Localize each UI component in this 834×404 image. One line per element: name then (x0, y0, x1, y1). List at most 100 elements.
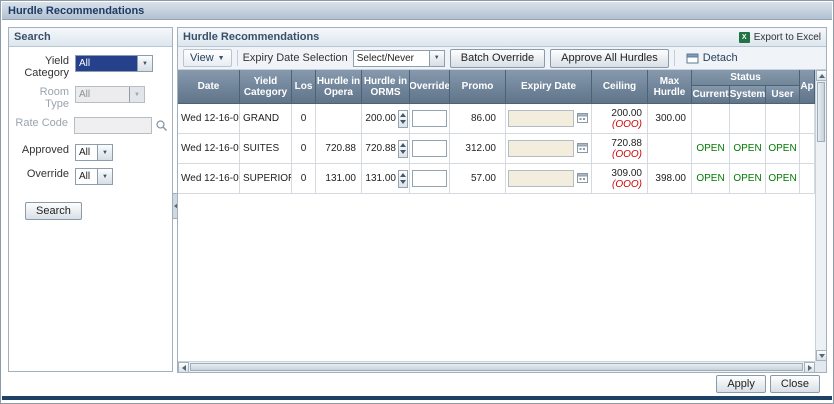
table-header-row: Date Yield Category Los Hurdle in Opera … (178, 70, 815, 104)
calendar-icon[interactable] (576, 111, 589, 127)
horizontal-scroll-thumb[interactable] (190, 363, 803, 371)
search-magnifier-icon[interactable] (155, 119, 168, 137)
cell-status-user: OPEN (766, 164, 800, 193)
col-header-ceiling[interactable]: Ceiling (592, 70, 648, 104)
table-row[interactable]: Wed 12-16-09 SUITES 0 720.88 720.88 312.… (178, 134, 815, 164)
number-spinner[interactable] (398, 139, 408, 158)
chevron-down-icon[interactable]: ▼ (97, 145, 112, 160)
col-header-date[interactable]: Date (178, 70, 240, 104)
col-header-approve-truncated[interactable]: Ap (800, 70, 815, 104)
cell-los: 0 (292, 164, 316, 193)
override-input[interactable] (412, 140, 447, 157)
cell-hurdle-opera: 131.00 (316, 164, 362, 193)
close-button[interactable]: Close (769, 375, 820, 393)
ceiling-ooo-note: (OOO) (612, 118, 642, 130)
calendar-icon[interactable] (576, 171, 589, 187)
rate-code-input[interactable] (74, 117, 152, 134)
col-header-yield-category[interactable]: Yield Category (240, 70, 292, 104)
override-dropdown[interactable]: All ▼ (75, 168, 113, 185)
cell-ceiling: 200.00 (OOO) (592, 104, 648, 133)
cell-hurdle-orms: 131.00 (362, 164, 410, 193)
expiry-selection-label: Expiry Date Selection (242, 52, 348, 64)
scroll-down-button[interactable] (816, 350, 827, 361)
spinner-up-icon[interactable] (400, 113, 406, 118)
spinner-down-icon[interactable] (400, 179, 406, 184)
col-group-status: Status Current System User (692, 70, 800, 104)
override-input[interactable] (412, 170, 447, 187)
col-header-status-system[interactable]: System (730, 86, 766, 104)
override-input[interactable] (412, 110, 447, 127)
cell-yield-category: SUPERIOR (240, 164, 292, 193)
rate-code-label: Rate Code (15, 117, 68, 129)
cell-hurdle-orms: 720.88 (362, 134, 410, 163)
view-menu-button[interactable]: View ▼ (183, 49, 232, 67)
table-row[interactable]: Wed 12-16-09 SUPERIOR 0 131.00 131.00 57… (178, 164, 815, 194)
scroll-right-button[interactable] (804, 362, 815, 373)
chevron-down-icon[interactable]: ▼ (428, 50, 444, 66)
spinner-up-icon[interactable] (400, 173, 406, 178)
toolbar-separator (673, 50, 675, 66)
col-header-override[interactable]: Override (410, 70, 450, 104)
chevron-down-icon: ▼ (217, 54, 225, 62)
apply-button[interactable]: Apply (716, 375, 766, 393)
cell-status-current: OPEN (692, 134, 730, 163)
scroll-left-button[interactable] (178, 362, 189, 373)
expiry-date-input[interactable] (508, 170, 574, 187)
cell-override (410, 104, 450, 133)
col-header-expiry-date[interactable]: Expiry Date (506, 70, 592, 104)
yield-category-dropdown[interactable]: All ▼ (75, 55, 153, 72)
status-group-header: Status (692, 70, 800, 86)
search-form: Yield Category All ▼ Room Type All ▼ Rat… (9, 47, 172, 220)
calendar-icon[interactable] (576, 141, 589, 157)
col-header-promo[interactable]: Promo (450, 70, 506, 104)
hurdles-table: Date Yield Category Los Hurdle in Opera … (178, 70, 815, 361)
expiry-date-input[interactable] (508, 140, 574, 157)
detach-button[interactable]: Detach (680, 49, 744, 67)
vertical-scroll-thumb[interactable] (817, 82, 825, 142)
expiry-selection-value: Select/Never (356, 52, 415, 64)
spinner-up-icon[interactable] (400, 143, 406, 148)
cell-status-user (766, 104, 800, 133)
cell-status-system (730, 104, 766, 133)
cell-status-system: OPEN (730, 164, 766, 193)
spinner-down-icon[interactable] (400, 149, 406, 154)
detach-label: Detach (702, 52, 738, 64)
cell-expiry-date (506, 134, 592, 163)
col-header-hurdle-opera[interactable]: Hurdle in Opera (316, 70, 362, 104)
spinner-down-icon[interactable] (400, 119, 406, 124)
vertical-scrollbar[interactable] (815, 70, 827, 361)
arrow-down-icon (818, 353, 825, 358)
batch-override-button[interactable]: Batch Override (449, 48, 546, 68)
scroll-up-button[interactable] (816, 70, 827, 81)
arrow-up-icon (818, 73, 825, 78)
approved-dropdown[interactable]: All ▼ (75, 144, 113, 161)
export-to-excel-link[interactable]: X Export to Excel (738, 31, 821, 43)
cell-promo: 312.00 (450, 134, 506, 163)
expiry-selection-dropdown[interactable]: Select/Never ▼ (352, 49, 445, 67)
ceiling-ooo-note: (OOO) (612, 178, 642, 190)
ceiling-ooo-note: (OOO) (612, 148, 642, 160)
approve-all-hurdles-button[interactable]: Approve All Hurdles (550, 48, 669, 68)
number-spinner[interactable] (398, 169, 408, 188)
expiry-date-input[interactable] (508, 110, 574, 127)
room-type-value: All (76, 87, 129, 102)
cell-ceiling: 309.00 (OOO) (592, 164, 648, 193)
col-header-los[interactable]: Los (292, 70, 316, 104)
table-row[interactable]: Wed 12-16-09 GRAND 0 200.00 86.00 200.00… (178, 104, 815, 134)
chevron-down-icon[interactable]: ▼ (137, 56, 152, 71)
arrow-right-icon (807, 364, 812, 371)
chevron-down-icon[interactable]: ▼ (97, 169, 112, 184)
status-sub-headers: Current System User (692, 86, 800, 104)
cell-max-hurdle (648, 134, 692, 163)
col-header-hurdle-orms[interactable]: Hurdle in ORMS (362, 70, 410, 104)
search-button[interactable]: Search (25, 202, 82, 220)
horizontal-scrollbar[interactable] (178, 361, 815, 373)
col-header-status-current[interactable]: Current (692, 86, 730, 104)
number-spinner[interactable] (398, 109, 408, 128)
cell-status-system: OPEN (730, 134, 766, 163)
room-type-label: Room Type (39, 86, 69, 110)
cell-yield-category: GRAND (240, 104, 292, 133)
cell-los: 0 (292, 134, 316, 163)
col-header-max-hurdle[interactable]: Max Hurdle (648, 70, 692, 104)
col-header-status-user[interactable]: User (766, 86, 800, 104)
